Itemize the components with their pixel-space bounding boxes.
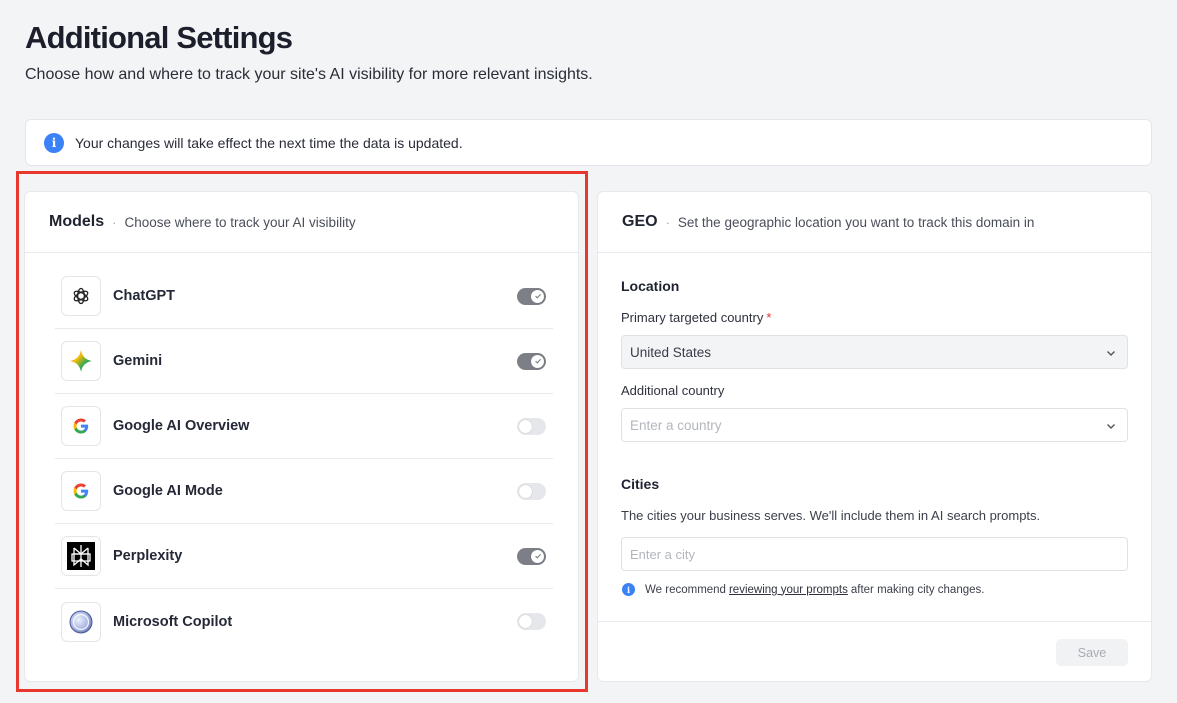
- info-banner: i Your changes will take effect the next…: [25, 119, 1152, 166]
- model-row-google-ai-overview: Google AI Overview: [55, 394, 553, 459]
- primary-country-label-text: Primary targeted country: [621, 310, 764, 325]
- toggle-google-ai-overview[interactable]: [517, 417, 546, 435]
- info-banner-text: Your changes will take effect the next t…: [75, 134, 463, 151]
- models-title: Models: [49, 213, 105, 230]
- page-subtitle: Choose how and where to track your site'…: [25, 66, 593, 83]
- model-name: Perplexity: [113, 548, 183, 564]
- model-name: ChatGPT: [113, 288, 176, 304]
- toggle-perplexity[interactable]: [517, 547, 546, 565]
- model-row-microsoft-copilot: Microsoft Copilot: [55, 589, 553, 654]
- city-input[interactable]: Enter a city: [621, 537, 1128, 571]
- additional-country-label: Additional country: [621, 383, 725, 398]
- cities-section-title: Cities: [621, 476, 660, 492]
- primary-country-value: United States: [630, 344, 712, 360]
- models-separator: ·: [112, 214, 117, 230]
- model-row-perplexity: Perplexity: [55, 524, 553, 589]
- chatgpt-icon: [61, 276, 101, 316]
- google-icon: [61, 406, 101, 446]
- info-icon: i: [622, 583, 635, 596]
- model-name: Google AI Mode: [113, 483, 223, 499]
- model-name: Google AI Overview: [113, 418, 250, 434]
- perplexity-icon: [61, 536, 101, 576]
- primary-country-select[interactable]: United States: [621, 335, 1128, 369]
- additional-country-select[interactable]: Enter a country: [621, 408, 1128, 442]
- recommend-suffix: after making city changes.: [850, 583, 985, 596]
- check-icon: [531, 289, 544, 303]
- chevron-down-icon: [1107, 424, 1115, 429]
- toggle-knob: [519, 484, 532, 498]
- toggle-knob: [519, 615, 532, 628]
- geo-card: GEO · Set the geographic location you wa…: [597, 191, 1152, 682]
- toggle-microsoft-copilot[interactable]: [517, 613, 546, 630]
- cities-description: The cities your business serves. We'll i…: [621, 508, 1041, 523]
- required-mark: *: [766, 310, 772, 325]
- additional-country-placeholder: Enter a country: [630, 417, 722, 433]
- save-button[interactable]: Save: [1056, 639, 1128, 666]
- city-recommendation: i We recommend reviewing your prompts af…: [622, 583, 984, 596]
- model-list: ChatGPT Gemini Google AI Overview Google…: [55, 264, 553, 654]
- geo-separator: ·: [665, 214, 670, 230]
- geo-card-header: GEO · Set the geographic location you wa…: [598, 192, 1151, 253]
- toggle-chatgpt[interactable]: [517, 287, 546, 305]
- model-row-gemini: Gemini: [55, 329, 553, 394]
- gemini-icon: [61, 341, 101, 381]
- toggle-gemini[interactable]: [517, 352, 546, 370]
- model-name: Gemini: [113, 353, 163, 369]
- location-section-title: Location: [621, 278, 680, 294]
- recommend-prefix: We recommend: [645, 583, 726, 596]
- model-name: Microsoft Copilot: [113, 613, 233, 630]
- page-title: Additional Settings: [25, 20, 293, 55]
- google-icon: [61, 471, 101, 511]
- model-row-google-ai-mode: Google AI Mode: [55, 459, 553, 524]
- toggle-knob: [519, 419, 532, 433]
- models-card-header: Models · Choose where to track your AI v…: [25, 192, 578, 253]
- review-prompts-link[interactable]: reviewing your prompts: [729, 584, 848, 596]
- model-row-chatgpt: ChatGPT: [55, 264, 553, 329]
- info-icon: i: [44, 132, 64, 153]
- models-card: Models · Choose where to track your AI v…: [24, 191, 579, 682]
- copilot-icon: [61, 601, 101, 642]
- toggle-google-ai-mode[interactable]: [517, 482, 546, 500]
- geo-footer-divider: [598, 621, 1151, 622]
- models-description: Choose where to track your AI visibility: [124, 214, 356, 230]
- geo-description: Set the geographic location you want to …: [677, 214, 1035, 230]
- check-icon: [531, 549, 544, 563]
- chevron-down-icon: [1107, 351, 1115, 356]
- primary-country-label: Primary targeted country *: [621, 310, 771, 325]
- city-input-placeholder: Enter a city: [630, 546, 696, 562]
- check-icon: [531, 354, 544, 368]
- geo-title: GEO: [622, 213, 658, 230]
